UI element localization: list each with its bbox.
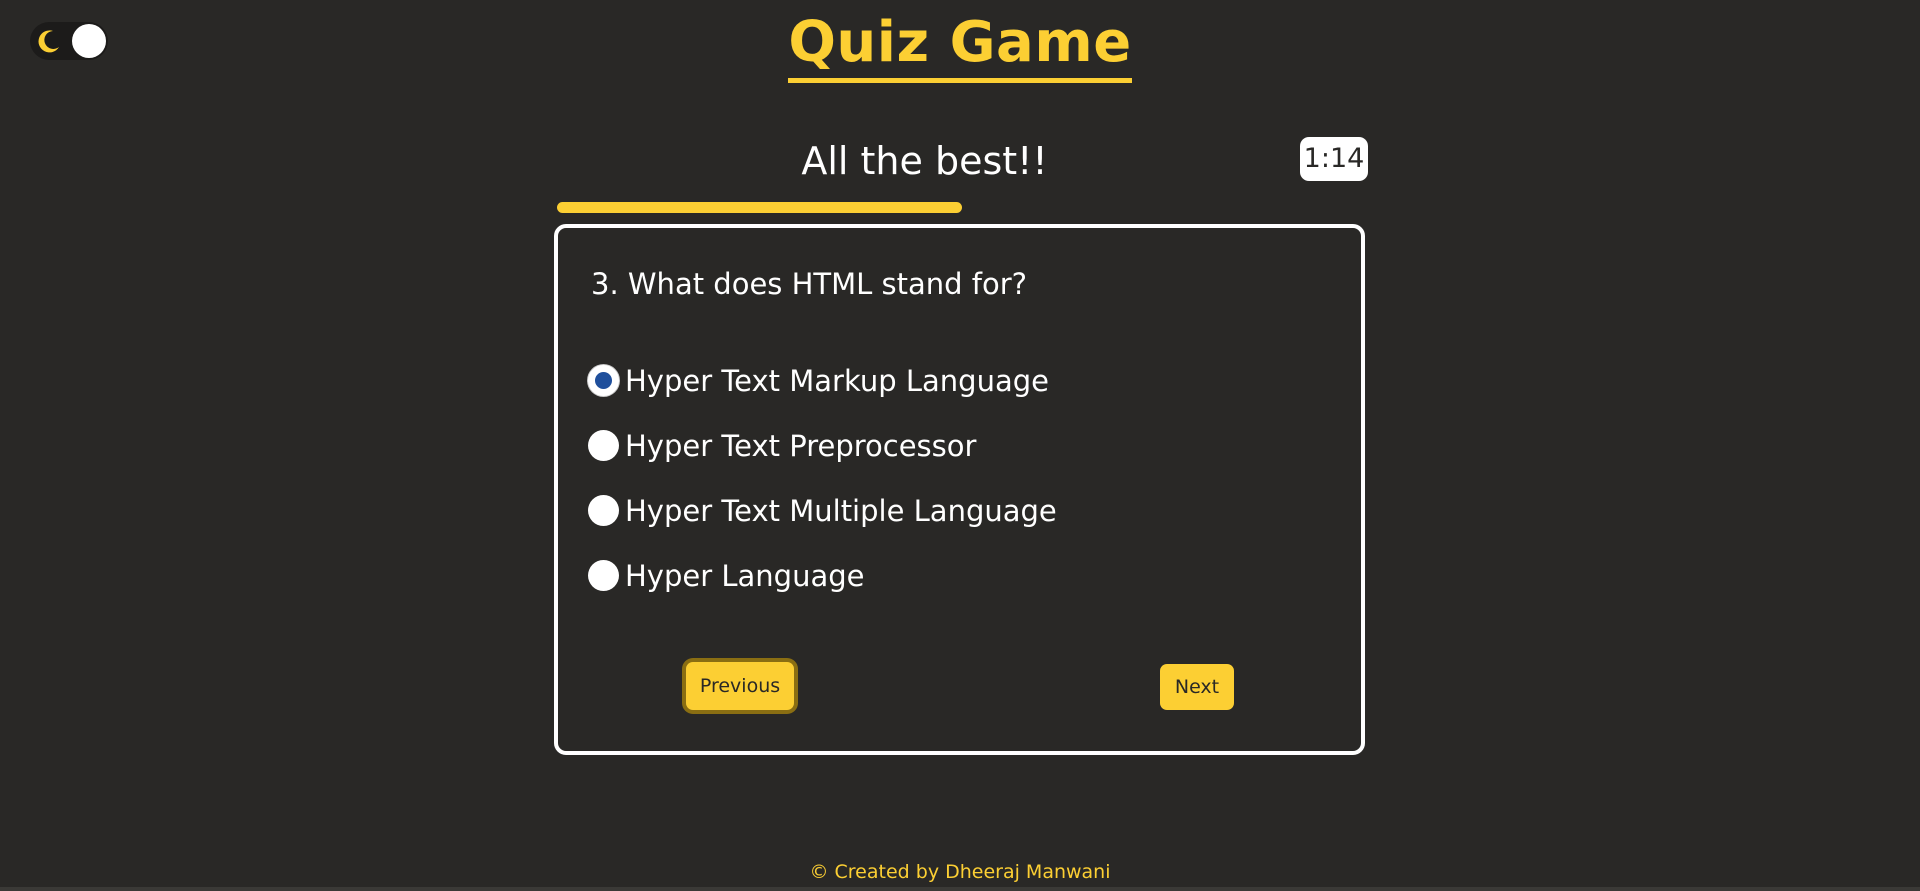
bottom-divider (0, 887, 1920, 891)
option-label: Hyper Text Preprocessor (625, 428, 977, 463)
page-title: Quiz Game (788, 8, 1132, 83)
option-radio[interactable] (588, 560, 619, 591)
option-radio[interactable] (588, 365, 619, 396)
header: Quiz Game (0, 8, 1920, 83)
progress-bar (557, 202, 1367, 213)
option-item[interactable]: Hyper Language (588, 543, 1057, 608)
options-list: Hyper Text Markup Language Hyper Text Pr… (588, 348, 1057, 608)
option-label: Hyper Text Markup Language (625, 363, 1049, 398)
timer-badge: 1:14 (1300, 137, 1368, 181)
previous-button[interactable]: Previous (686, 662, 794, 710)
option-item[interactable]: Hyper Text Markup Language (588, 348, 1057, 413)
option-label: Hyper Text Multiple Language (625, 493, 1057, 528)
progress-fill (557, 202, 962, 213)
option-label: Hyper Language (625, 558, 865, 593)
option-radio[interactable] (588, 430, 619, 461)
option-item[interactable]: Hyper Text Multiple Language (588, 478, 1057, 543)
next-button[interactable]: Next (1160, 664, 1234, 710)
option-radio[interactable] (588, 495, 619, 526)
quiz-card: 3. What does HTML stand for? Hyper Text … (554, 224, 1365, 755)
footer-credit: © Created by Dheeraj Manwani (809, 861, 1111, 883)
option-item[interactable]: Hyper Text Preprocessor (588, 413, 1057, 478)
question-text: 3. What does HTML stand for? (591, 267, 1028, 301)
quiz-subtitle: All the best!! (801, 139, 1048, 183)
